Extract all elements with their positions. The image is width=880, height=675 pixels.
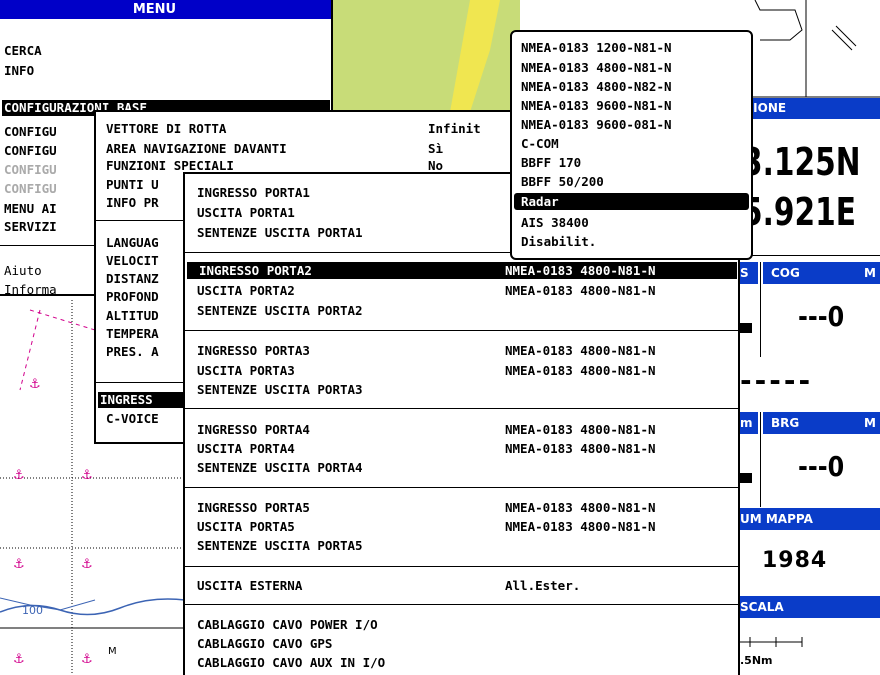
option-item[interactable]: NMEA-0183 4800-N82-N <box>521 80 672 94</box>
port4-input[interactable]: INGRESSO PORTA4 NMEA-0183 4800-N81-N <box>197 423 732 437</box>
port1-input[interactable]: INGRESSO PORTA1 <box>197 186 310 200</box>
port4-sentences[interactable]: SENTENZE USCITA PORTA4 <box>197 461 363 475</box>
option-item[interactable]: AIS 38400 <box>521 216 589 230</box>
config-row-area[interactable]: AREA NAVIGAZIONE DAVANTI Sì <box>106 142 506 156</box>
menu-item-config-2[interactable]: CONFIGU <box>4 125 57 139</box>
m-header: m <box>740 412 758 434</box>
cable-gps[interactable]: CABLAGGIO CAVO GPS <box>197 637 332 651</box>
port2-sentences[interactable]: SENTENZE USCITA PORTA2 <box>197 304 363 318</box>
port3-sentences[interactable]: SENTENZE USCITA PORTA3 <box>197 383 363 397</box>
port2-output[interactable]: USCITA PORTA2 NMEA-0183 4800-N81-N <box>197 284 732 298</box>
option-item[interactable]: Disabilit. <box>521 235 596 249</box>
config-row-info-pr[interactable]: INFO PR <box>106 196 159 210</box>
menu-item-config-3[interactable]: CONFIGU <box>4 144 57 158</box>
config-row-c-voice[interactable]: C-VOICE <box>106 412 159 426</box>
cog-label: COG <box>771 266 800 280</box>
datum-header: UM MAPPA <box>740 508 880 530</box>
option-item[interactable]: BBFF 170 <box>521 156 581 170</box>
depth-label: 100 <box>22 604 43 617</box>
anchor-icon: ⚓ <box>30 373 40 392</box>
anchor-icon: ⚓ <box>82 553 92 572</box>
option-item[interactable]: BBFF 50/200 <box>521 175 604 189</box>
port5-sentences[interactable]: SENTENZE USCITA PORTA5 <box>197 539 363 553</box>
external-output[interactable]: USCITA ESTERNA All.Ester. <box>197 579 732 593</box>
latitude-value: 3.125N <box>742 140 861 184</box>
anchor-icon: ⚓ <box>14 464 24 483</box>
config-row-language[interactable]: LANGUAG <box>106 236 159 250</box>
anchor-icon: ⚓ <box>82 648 92 667</box>
brg-value: ---0 <box>798 450 845 483</box>
menu-item-info[interactable]: INFO <box>4 64 34 78</box>
chart-m-label: M <box>108 646 117 657</box>
option-item[interactable]: C-COM <box>521 137 559 151</box>
cable-aux[interactable]: CABLAGGIO CAVO AUX IN I/O <box>197 656 385 670</box>
config-row-distanza[interactable]: DISTANZ <box>106 272 159 286</box>
brg-label: BRG <box>771 416 800 430</box>
option-item-selected[interactable]: Radar <box>514 193 749 210</box>
port1-output[interactable]: USCITA PORTA1 <box>197 206 295 220</box>
cable-power[interactable]: CABLAGGIO CAVO POWER I/O <box>197 618 378 632</box>
config-row-altitudine[interactable]: ALTITUD <box>106 309 159 323</box>
config-row-pressione[interactable]: PRES. A <box>106 345 159 359</box>
cog-header: COG M <box>763 262 880 284</box>
port5-input[interactable]: INGRESSO PORTA5 NMEA-0183 4800-N81-N <box>197 501 732 515</box>
datum-value: 1984 <box>762 548 828 573</box>
menu-title: MENU <box>0 0 331 19</box>
cog-unit: M <box>864 266 876 280</box>
option-item[interactable]: NMEA-0183 4800-N81-N <box>521 61 672 75</box>
menu-item-config-5: CONFIGU <box>4 181 57 196</box>
menu-item-aiuto[interactable]: Aiuto <box>4 264 42 278</box>
scale-value: .5Nm <box>740 654 773 667</box>
menu-item-config-4: CONFIGU <box>4 162 57 177</box>
config-row-vettore[interactable]: VETTORE DI ROTTA Infinit <box>106 122 506 136</box>
menu-item-menu-ai[interactable]: MENU AI <box>4 202 57 216</box>
anchor-icon: ⚓ <box>14 553 24 572</box>
config-row-temperatura[interactable]: TEMPERA <box>106 327 159 341</box>
config-row-profondita[interactable]: PROFOND <box>106 290 159 304</box>
port2-input[interactable]: INGRESSO PORTA2 NMEA-0183 4800-N81-N <box>187 262 737 279</box>
port3-input[interactable]: INGRESSO PORTA3 NMEA-0183 4800-N81-N <box>197 344 732 358</box>
port4-output[interactable]: USCITA PORTA4 NMEA-0183 4800-N81-N <box>197 442 732 456</box>
config-row-funzioni[interactable]: FUNZIONI SPECIALI No <box>106 159 506 173</box>
brg-header: BRG M <box>763 412 880 434</box>
menu-item-informazioni[interactable]: Informa <box>4 283 57 297</box>
options-popup: NMEA-0183 1200-N81-N NMEA-0183 4800-N81-… <box>510 30 753 260</box>
config-row-ingresso[interactable]: INGRESS <box>98 392 184 408</box>
port1-sentences[interactable]: SENTENZE USCITA PORTA1 <box>197 226 363 240</box>
option-item[interactable]: NMEA-0183 9600-N81-N <box>521 99 672 113</box>
cog-value: ---0 <box>798 300 845 333</box>
config-row-punti[interactable]: PUNTI U <box>106 178 159 192</box>
longitude-value: 5.921E <box>742 190 857 234</box>
port3-output[interactable]: USCITA PORTA3 NMEA-0183 4800-N81-N <box>197 364 732 378</box>
menu-item-servizi[interactable]: SERVIZI <box>4 220 57 234</box>
option-item[interactable]: NMEA-0183 1200-N81-N <box>521 41 672 55</box>
mid-value: ----- <box>740 364 814 397</box>
anchor-icon: ⚓ <box>82 464 92 483</box>
s-header: S <box>740 262 758 284</box>
position-header: IZIONE <box>740 98 880 119</box>
scale-header: SCALA <box>740 596 880 618</box>
anchor-icon: ⚓ <box>14 648 24 667</box>
brg-unit: M <box>864 416 876 430</box>
port5-output[interactable]: USCITA PORTA5 NMEA-0183 4800-N81-N <box>197 520 732 534</box>
config-row-velocita[interactable]: VELOCIT <box>106 254 159 268</box>
menu-item-cerca[interactable]: CERCA <box>4 44 42 58</box>
data-panel: IZIONE 3.125N 5.921E S COG M ---0 ----- … <box>740 0 880 675</box>
option-item[interactable]: NMEA-0183 9600-081-N <box>521 118 672 132</box>
